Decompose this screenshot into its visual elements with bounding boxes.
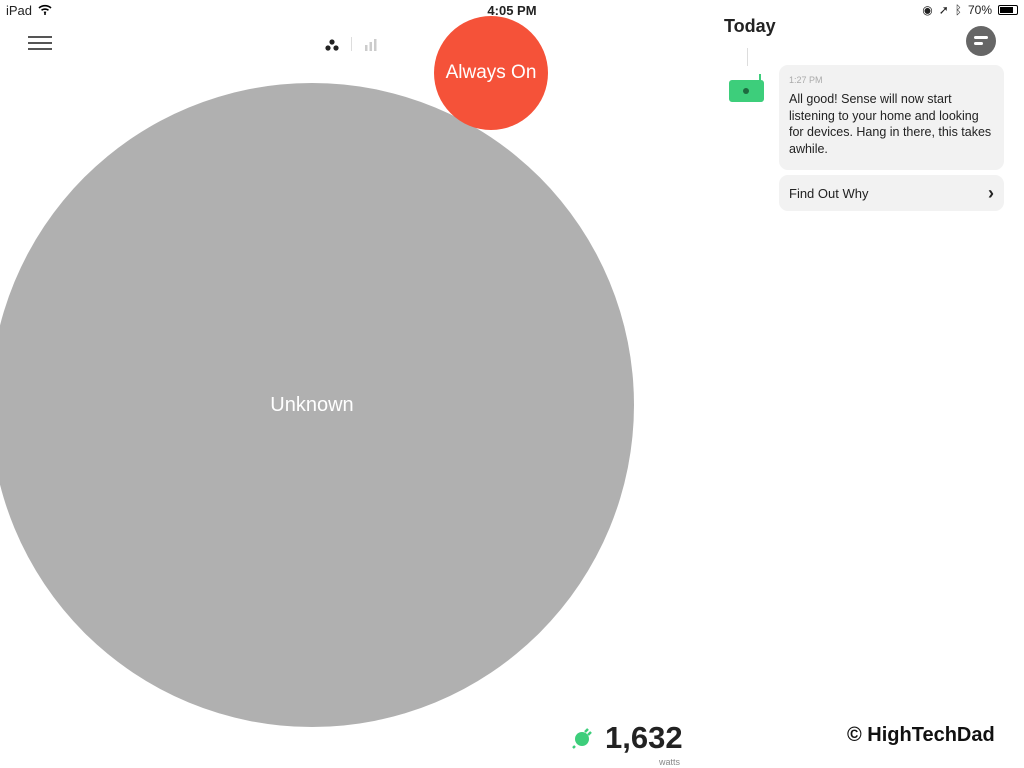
- feed-title: Today: [724, 16, 776, 36]
- orientation-lock-icon: ◉: [922, 3, 933, 17]
- location-icon: ➚: [938, 3, 949, 17]
- bluetooth-icon: ᛒ: [954, 3, 962, 17]
- chevron-right-icon: ›: [988, 182, 994, 203]
- menu-icon[interactable]: [28, 36, 52, 50]
- bar-chart-view-icon[interactable]: [364, 38, 378, 56]
- plug-icon: [571, 727, 593, 754]
- power-unit: watts: [659, 757, 681, 767]
- find-out-why-button[interactable]: Find Out Why ›: [779, 175, 1004, 211]
- bubble-label: Unknown: [270, 393, 354, 416]
- battery-percent: 70%: [967, 3, 992, 17]
- find-out-why-label: Find Out Why: [789, 185, 869, 201]
- message-card: 1:27 PM All good! Sense will now start l…: [779, 65, 1004, 170]
- bubble-unknown[interactable]: Unknown: [0, 83, 634, 727]
- timeline-line: [747, 48, 748, 66]
- toolbar-divider: [351, 37, 352, 51]
- bubble-always-on[interactable]: Always On: [434, 16, 548, 130]
- bubble-label: Always On: [445, 62, 537, 83]
- message-text: All good! Sense will now start listening…: [789, 92, 992, 156]
- battery-icon: [998, 5, 1018, 15]
- watermark: © HighTechDad: [847, 724, 995, 746]
- sense-device-icon: [729, 74, 764, 102]
- bubbles-view-icon[interactable]: [325, 38, 339, 56]
- message-time: 1:27 PM: [789, 75, 823, 85]
- status-right: ◉ ➚ ᛒ 70%: [922, 3, 1018, 17]
- status-time: 4:05 PM: [487, 3, 537, 18]
- chat-icon[interactable]: [966, 26, 996, 56]
- power-value: 1,632: [605, 720, 683, 755]
